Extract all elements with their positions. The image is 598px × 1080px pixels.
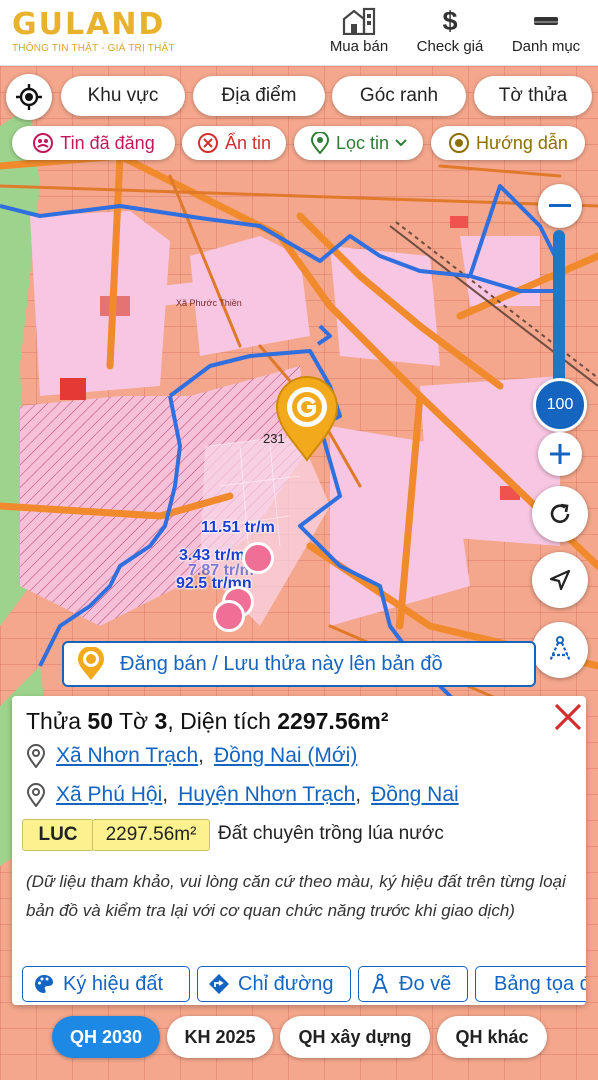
chip-label: Ẩn tin (224, 132, 272, 153)
area-prefix: , Diện tích (167, 708, 271, 734)
tab-qh-2030[interactable]: QH 2030 (52, 1016, 160, 1058)
parcel-title: Thửa 50 Tờ 3, Diện tích 2297.56m² (26, 708, 389, 735)
zoom-in-button[interactable] (538, 432, 582, 476)
guland-pin-icon (78, 647, 104, 680)
zoom-level-indicator[interactable]: 100 (533, 378, 587, 432)
listing-dot[interactable] (213, 600, 245, 632)
dia-diem-chip[interactable]: Địa điểm (193, 76, 325, 116)
ky-hieu-dat-button[interactable]: Ký hiệu đất (22, 966, 190, 1002)
location-pin-icon (26, 744, 46, 768)
action-label: Bảng tọa độ (494, 972, 586, 995)
chevron-down-icon (395, 139, 407, 147)
building-icon (313, 6, 405, 36)
to-thua-chip[interactable]: Tờ thửa (474, 76, 592, 116)
navigate-button[interactable] (532, 552, 588, 608)
logo-text: GULAND (12, 7, 166, 42)
hide-icon (197, 133, 218, 153)
nav-danh-muc[interactable]: Danh mục (500, 6, 592, 55)
plus-icon (550, 444, 570, 464)
land-code-badge: LUC (22, 819, 94, 851)
action-label: Chỉ đường (238, 972, 334, 995)
area-value: 2297.56m² (277, 708, 389, 734)
save-parcel-bar[interactable]: Đăng bán / Lưu thửa này lên bản đồ (62, 641, 536, 687)
guland-logo[interactable]: GULAND THÔNG TIN THẬT - GIÁ TRỊ THẬT (12, 10, 192, 58)
district-link[interactable]: Huyện Nhơn Trạch (178, 783, 355, 807)
tab-qh-khac[interactable]: QH khác (437, 1016, 547, 1058)
commune-link[interactable]: Xã Phú Hội (56, 783, 162, 807)
action-label: Ký hiệu đất (63, 972, 164, 995)
listing-dot[interactable] (242, 542, 274, 574)
goc-ranh-chip[interactable]: Góc ranh (332, 76, 466, 116)
to-number: 3 (154, 708, 168, 734)
disclaimer-note: (Dữ liệu tham khảo, vui lòng căn cứ theo… (26, 872, 566, 920)
save-parcel-text: Đăng bán / Lưu thửa này lên bản đồ (120, 652, 443, 675)
app-header: GULAND THÔNG TIN THẬT - GIÁ TRỊ THẬT Mua… (0, 0, 598, 66)
directions-icon (209, 974, 229, 994)
an-tin-chip[interactable]: Ẩn tin (182, 126, 286, 160)
refresh-button[interactable] (532, 486, 588, 542)
tin-da-dang-chip[interactable]: Tin đã đăng (12, 126, 175, 160)
planning-map[interactable]: Xã Phước Thiền Khu vực Địa điểm Góc ranh… (0, 66, 598, 1080)
province-link[interactable]: Đồng Nai (Mới) (214, 744, 357, 768)
new-address-row: Xã Nhơn Trạch, Đồng Nai (Mới) (26, 744, 357, 768)
nav-mua-ban[interactable]: Mua bán (313, 6, 405, 55)
refresh-icon (550, 503, 570, 523)
old-address-row: Xã Phú Hội, Huyện Nhơn Trạch, Đồng Nai (26, 783, 459, 807)
province-link[interactable]: Đồng Nai (371, 783, 459, 807)
land-area-badge: 2297.56m² (92, 819, 210, 851)
chip-label: Tin đã đăng (60, 132, 155, 153)
minus-icon (549, 204, 571, 207)
navigation-arrow-icon (549, 569, 571, 591)
action-label: Đo vẽ (399, 972, 452, 995)
loc-tin-chip[interactable]: Lọc tin (294, 126, 423, 160)
zoom-slider[interactable] (553, 230, 565, 390)
posted-icon (33, 133, 54, 153)
price-label[interactable]: 11.51 tr/m (201, 519, 275, 537)
measure-tool-button[interactable] (532, 622, 588, 678)
menu-icon (500, 6, 592, 36)
nav-label: Danh mục (511, 38, 581, 55)
zoom-out-button[interactable] (538, 184, 582, 228)
chi-duong-button[interactable]: Chỉ đường (197, 966, 351, 1002)
close-icon[interactable] (552, 701, 584, 733)
palette-icon (35, 975, 53, 993)
dollar-icon: $ (442, 5, 458, 36)
crosshair-icon (16, 84, 42, 110)
thua-number: 50 (87, 708, 114, 734)
to-prefix: Tờ (119, 708, 149, 734)
nav-label: Check giá (416, 38, 484, 55)
chip-label: Lọc tin (335, 132, 390, 153)
land-type-text: Đất chuyên trồng lúa nước (218, 823, 444, 844)
commune-link[interactable]: Xã Nhơn Trạch (56, 744, 198, 768)
thua-prefix: Thửa (26, 708, 82, 734)
logo-tagline: THÔNG TIN THẬT - GIÁ TRỊ THẬT (12, 43, 175, 54)
location-pin-icon (310, 132, 329, 154)
huong-dan-chip[interactable]: Hướng dẫn (431, 126, 585, 160)
nav-check-gia[interactable]: $ Check giá (404, 5, 496, 56)
location-marker-icon[interactable] (274, 374, 340, 462)
bang-toa-do-button[interactable]: Bảng tọa độ (475, 966, 586, 1002)
locate-me-button[interactable] (6, 74, 52, 120)
guide-icon (449, 133, 470, 153)
measure-icon (372, 973, 388, 994)
compass-icon (548, 636, 572, 662)
location-pin-icon (26, 783, 46, 807)
area-label: Xã Phước Thiền (176, 298, 242, 308)
parcel-info-panel: Thửa 50 Tờ 3, Diện tích 2297.56m² Xã Nhơ… (12, 696, 586, 1005)
tab-kh-2025[interactable]: KH 2025 (167, 1016, 273, 1058)
do-ve-button[interactable]: Đo vẽ (358, 966, 468, 1002)
tab-qh-xay-dung[interactable]: QH xây dựng (280, 1016, 430, 1058)
khu-vuc-chip[interactable]: Khu vực (61, 76, 185, 116)
marker-label: 231 (263, 431, 285, 446)
nav-label: Mua bán (329, 38, 389, 55)
chip-label: Hướng dẫn (476, 132, 568, 153)
